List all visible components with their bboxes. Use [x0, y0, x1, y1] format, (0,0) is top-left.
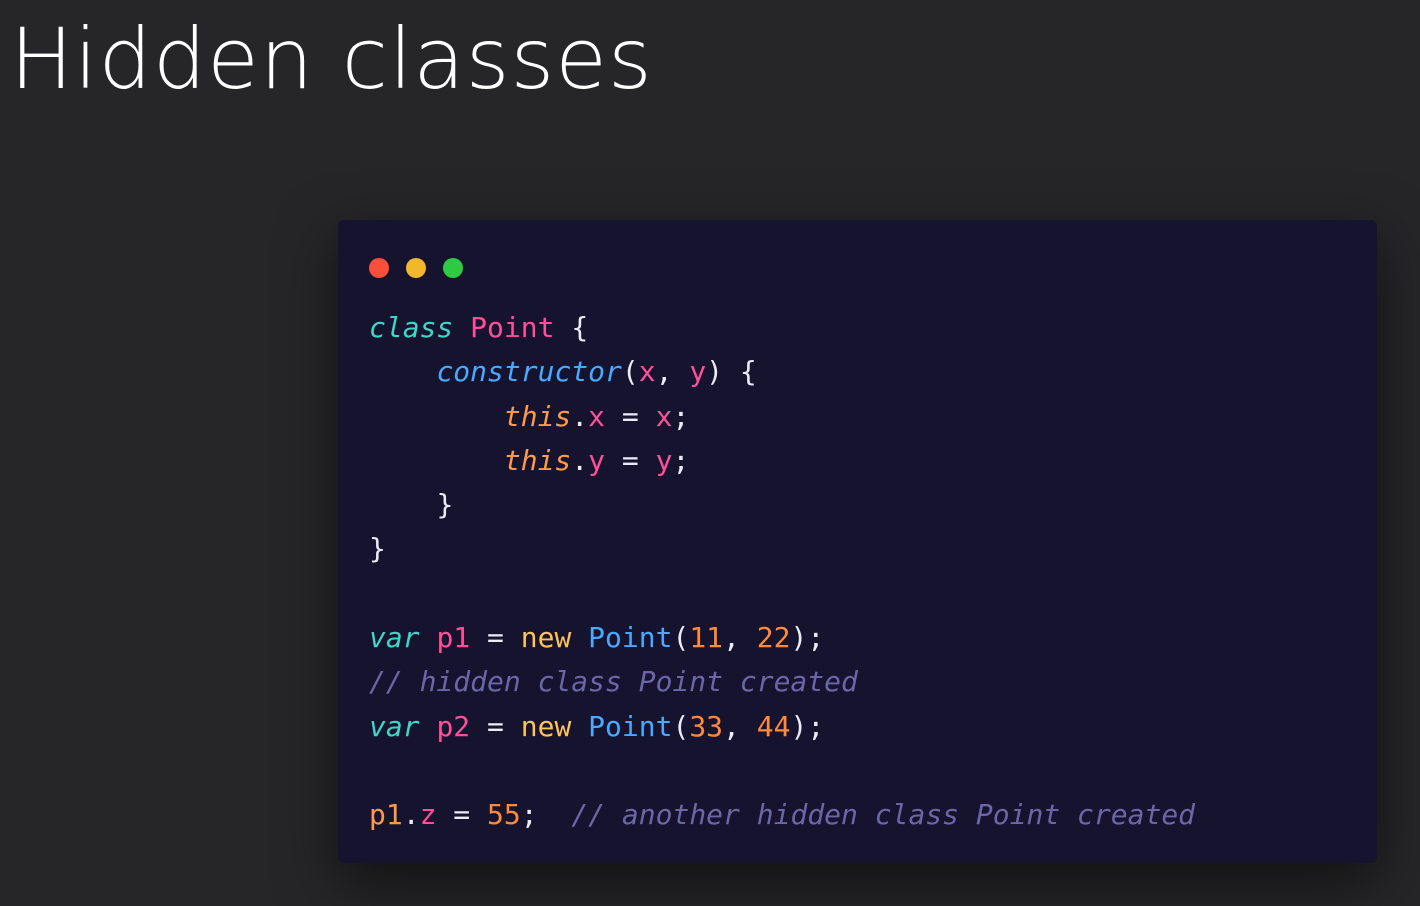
brace: }: [436, 488, 454, 522]
paren: (: [672, 621, 690, 655]
variable: p2: [436, 709, 471, 743]
number: 11: [689, 621, 724, 655]
minimize-button[interactable]: [406, 258, 426, 278]
keyword: var: [369, 709, 420, 743]
paren: );: [790, 621, 825, 655]
code-line: p1.z = 55; // another hidden class Point…: [369, 793, 1195, 837]
comma: ,: [723, 621, 740, 655]
value: y: [655, 443, 673, 477]
brace: {: [739, 355, 757, 389]
dot: .: [571, 443, 589, 477]
comma: ,: [655, 355, 673, 389]
code-line: this.y = y;: [369, 439, 1195, 483]
semicolon: ;: [672, 443, 690, 477]
brace: {: [571, 311, 589, 344]
window-controls: [369, 258, 463, 278]
new-keyword: new: [520, 621, 572, 655]
close-button[interactable]: [369, 258, 389, 278]
zoom-button[interactable]: [443, 258, 463, 278]
this-keyword: this: [503, 399, 572, 433]
code-line: this.x = x;: [369, 395, 1195, 439]
number: 55: [487, 798, 521, 832]
number: 33: [689, 709, 724, 743]
keyword: var: [369, 621, 420, 655]
code-window: class Point { constructor(x, y) { this.x…: [338, 220, 1377, 863]
property: z: [419, 798, 437, 832]
property: x: [588, 399, 606, 433]
code-line: var p1 = new Point(11, 22);: [369, 616, 1195, 660]
code-line: constructor(x, y) {: [369, 350, 1195, 394]
operator: =: [621, 399, 639, 433]
operator: =: [621, 443, 639, 477]
value: x: [655, 399, 673, 433]
operator: =: [487, 621, 504, 655]
code-line: }: [369, 483, 1195, 527]
variable: p1: [369, 798, 403, 832]
semicolon: ;: [520, 798, 538, 832]
paren: (: [621, 355, 639, 389]
constructor-call: Point: [588, 621, 673, 655]
dot: .: [402, 798, 420, 832]
semicolon: ;: [672, 399, 690, 433]
constructor-name: constructor: [436, 355, 622, 389]
code-block: class Point { constructor(x, y) { this.x…: [369, 306, 1195, 838]
code-line: var p2 = new Point(33, 44);: [369, 705, 1195, 749]
comment: // hidden class Point created: [369, 665, 858, 699]
number: 44: [756, 709, 791, 743]
property: y: [588, 443, 606, 477]
class-name: Point: [470, 311, 555, 344]
keyword: class: [369, 311, 454, 344]
paren: (: [672, 709, 690, 743]
constructor-call: Point: [588, 709, 673, 743]
number: 22: [756, 621, 791, 655]
paren: );: [790, 709, 825, 743]
code-line: // hidden class Point created: [369, 660, 1195, 704]
dot: .: [571, 399, 589, 433]
comma: ,: [723, 709, 740, 743]
variable: p1: [436, 621, 471, 655]
paren: ): [706, 355, 724, 389]
operator: =: [487, 709, 504, 743]
code-line: }: [369, 527, 1195, 571]
new-keyword: new: [520, 709, 572, 743]
slide-title: Hidden classes: [10, 10, 653, 108]
comment: // another hidden class Point created: [571, 798, 1196, 832]
param: x: [638, 355, 656, 389]
this-keyword: this: [503, 443, 572, 477]
brace: }: [369, 532, 386, 566]
param: y: [689, 355, 707, 389]
operator: =: [453, 798, 471, 832]
code-line: class Point {: [369, 306, 1195, 350]
